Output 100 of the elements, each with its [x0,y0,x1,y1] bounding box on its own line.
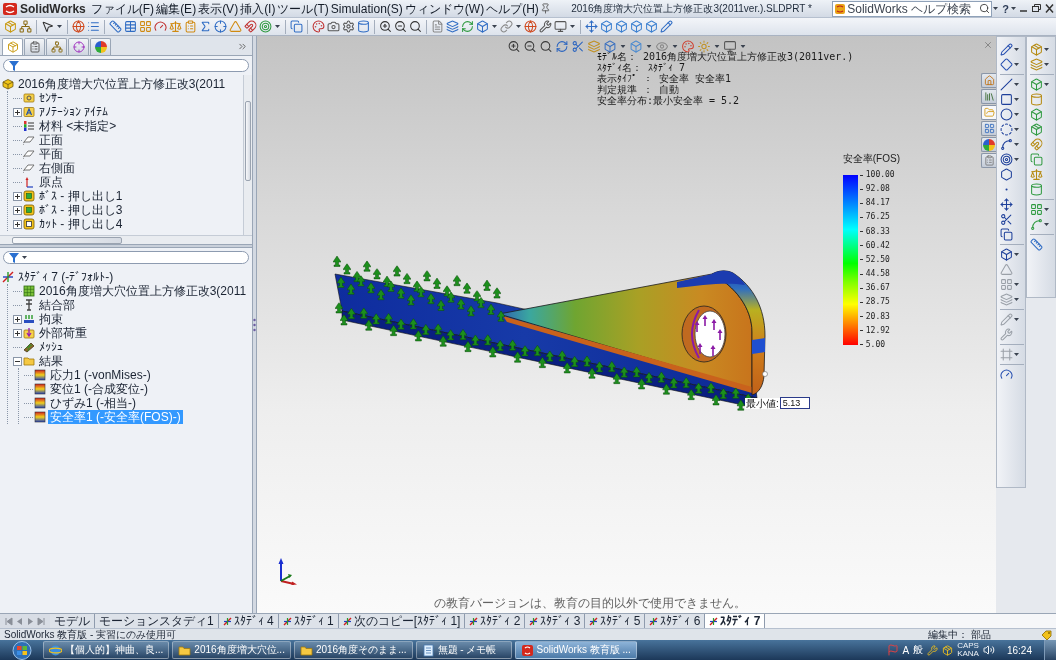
tree-item[interactable]: 結合部 [37,298,77,312]
model-tab[interactable]: モデル [50,614,95,628]
expander-icon[interactable] [13,328,22,338]
first-arrow-icon[interactable] [4,616,13,626]
table-icon[interactable] [124,20,137,33]
package-icon[interactable] [6,41,19,53]
caret-icon[interactable] [1014,158,1019,161]
tag-icon[interactable] [1041,629,1052,640]
gauge-icon[interactable] [1000,368,1013,381]
expander-icon[interactable] [13,205,22,215]
list-icon[interactable] [87,20,100,33]
scale-icon[interactable] [1030,168,1043,181]
pin-icon[interactable] [539,3,551,14]
caret-icon[interactable] [993,7,999,10]
caret-icon[interactable] [1014,113,1019,116]
tree-item[interactable]: 2016角度増大穴位置上方修正改3(2011 [16,77,228,91]
study-tab[interactable]: 次のコピー[ｽﾀﾃﾞｨ 1] [338,614,466,628]
caret-icon[interactable] [22,256,27,259]
rotate-icon[interactable] [461,20,474,33]
caret-icon[interactable] [1014,83,1019,86]
caret-icon[interactable] [1014,63,1019,66]
magnet-icon[interactable] [244,20,257,33]
caret-icon[interactable] [1044,223,1049,226]
color-wheel-icon[interactable] [94,41,107,53]
package-icon[interactable] [942,644,954,656]
caret-icon[interactable] [57,25,62,28]
caret-icon[interactable] [714,45,719,48]
cylinder-icon[interactable] [357,20,370,33]
ime-indicator[interactable]: 般 [913,643,924,657]
camera-icon[interactable] [327,20,340,33]
layers-icon[interactable] [446,20,459,33]
cylinder-icon[interactable] [1030,93,1043,106]
tree-item[interactable]: 拘束 [37,312,65,326]
search-field[interactable]: SolidWorks ヘルプ検索 [832,0,993,17]
line-icon[interactable] [1000,78,1013,91]
caret-icon[interactable] [646,45,651,48]
taskbar-button[interactable]: 2016角度増大穴位... [172,641,291,659]
wrench-icon[interactable] [539,20,552,33]
package-icon[interactable] [1030,123,1043,136]
splitter-grip-icon[interactable] [253,317,256,332]
caret-icon[interactable] [1014,143,1019,146]
menu-item[interactable]: ヘルプ(H) [485,0,540,17]
study-tab[interactable]: ｽﾀﾃﾞｨ 6 [645,614,706,628]
expander-icon[interactable] [13,314,22,324]
double-chevron-icon[interactable] [237,41,248,52]
zoom-out-icon[interactable] [523,40,536,53]
caret-icon[interactable] [1044,63,1049,66]
menu-item[interactable]: 編集(E) [155,0,198,17]
tree-item[interactable]: ひずみ1 (-相当-) [48,396,138,410]
document-icon[interactable] [431,20,444,33]
grid-icon[interactable] [139,20,152,33]
caret-icon[interactable] [1014,253,1019,256]
study-tab[interactable]: ｽﾀﾃﾞｨ 7 [705,614,766,628]
caret-icon[interactable] [740,45,745,48]
menu-item[interactable]: ツール(T) [276,0,330,17]
magnet-icon[interactable] [1030,138,1043,151]
tree-item[interactable]: ｶｯﾄ - 押し出し4 [37,217,125,231]
zoom-in-icon[interactable] [507,40,520,53]
taskbar-button[interactable]: 【個人的】神曲、良... [43,641,170,659]
menu-item[interactable]: Simulation(S) [329,0,404,17]
filter-field[interactable] [3,251,249,264]
pointer-icon[interactable] [41,20,54,33]
palette-icon[interactable] [312,20,325,33]
menu-item[interactable]: 表示(V) [197,0,240,17]
triangle-icon[interactable] [229,20,242,33]
tree-item[interactable]: 材料 <未指定> [37,119,119,133]
polygon-icon[interactable] [1000,168,1013,181]
copy-icon[interactable] [290,20,303,33]
caret-icon[interactable] [1014,283,1019,286]
speaker-icon[interactable] [982,644,995,656]
study-tab[interactable]: ｽﾀﾃﾞｨ 1 [278,614,339,628]
horizontal-scrollbar[interactable] [0,235,252,244]
cube-icon[interactable] [645,20,658,33]
last-arrow-icon[interactable] [37,616,46,626]
study-tab[interactable]: ｽﾀﾃﾞｨ 2 [465,614,526,628]
caret-icon[interactable] [1044,48,1049,51]
motion-study-tab[interactable]: モーションスタディ1 [95,614,219,628]
scale-icon[interactable] [169,20,182,33]
tree-item[interactable]: 外部荷重 [37,326,89,340]
tree-item[interactable]: 応力1 (-vonMises-) [48,368,153,382]
tree-item[interactable]: 正面 [37,133,65,147]
expander-icon[interactable] [13,219,22,229]
clipboard-icon[interactable] [28,41,41,53]
zoom-out-icon[interactable] [394,20,407,33]
diamond-icon[interactable] [1000,58,1013,71]
caret-icon[interactable] [1044,83,1049,86]
caret-icon[interactable] [570,25,575,28]
ruler-icon[interactable] [1030,238,1043,251]
cube-icon[interactable] [630,20,643,33]
study-tab[interactable]: ｽﾀﾃﾞｨ 4 [218,614,279,628]
tree-item[interactable]: ｾﾝｻｰ [37,91,65,105]
dashed-circle-icon[interactable] [1000,123,1013,136]
caret-icon[interactable] [516,25,521,28]
tree-item[interactable]: 変位1 (-合成変位-) [48,382,150,396]
tree-item[interactable]: 右側面 [37,161,77,175]
show-desktop-button[interactable] [1044,640,1056,660]
eye-icon[interactable] [655,40,668,53]
caret-icon[interactable] [1014,48,1019,51]
ruler-icon[interactable] [109,20,122,33]
cube-icon[interactable] [1000,248,1013,261]
